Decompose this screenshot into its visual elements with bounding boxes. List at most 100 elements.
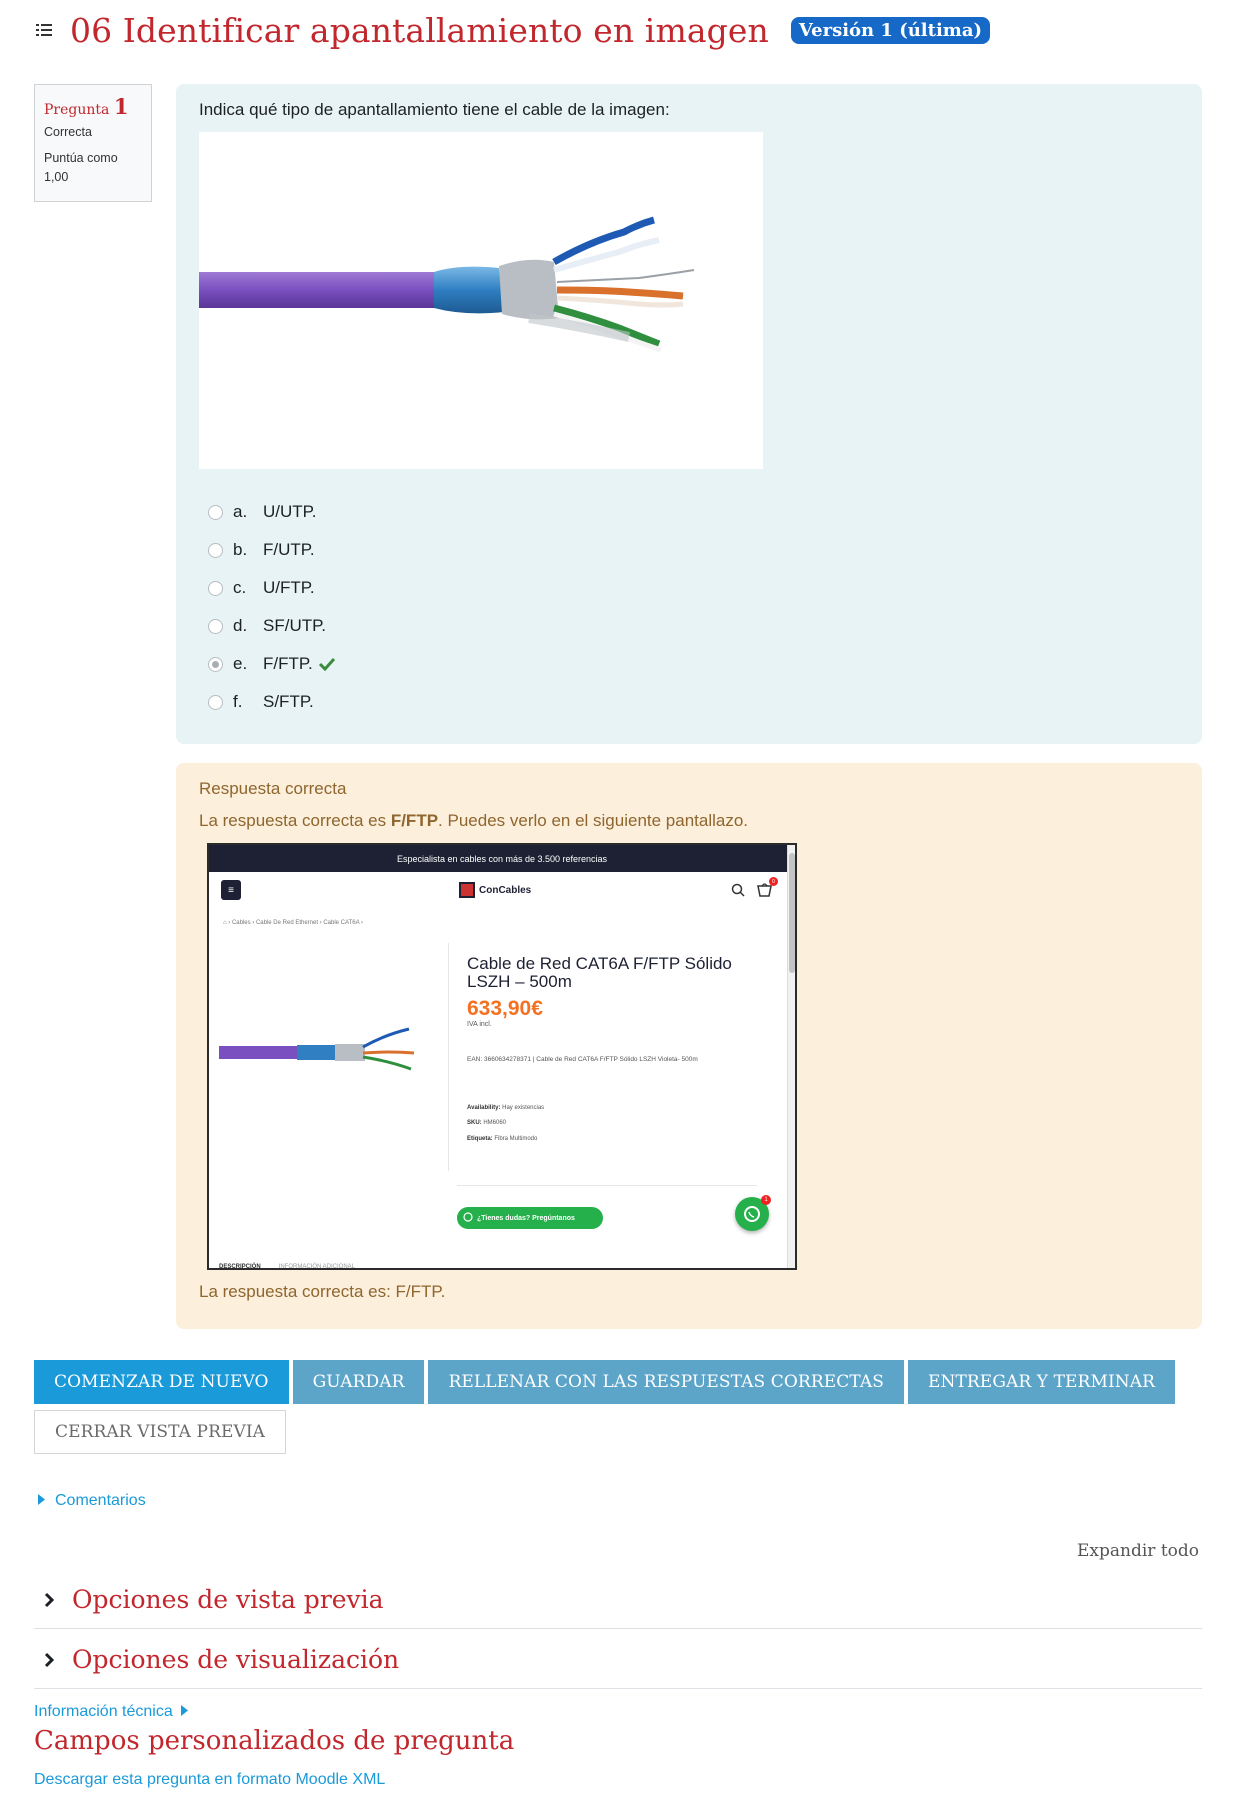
preview-options-section[interactable]: Opciones de vista previa xyxy=(34,1571,1202,1629)
answer-option-e[interactable]: e. F/FTP. xyxy=(199,645,1179,683)
answer-text: F/FTP. xyxy=(263,654,313,673)
custom-fields-title: Campos personalizados de pregunta xyxy=(34,1726,515,1756)
answer-letter: c. xyxy=(233,578,247,597)
whatsapp-icon xyxy=(463,1212,473,1224)
store-tag-label: Etiqueta: xyxy=(467,1135,493,1142)
store-sku-label: SKU: xyxy=(467,1120,482,1127)
store-header-icons: 0 xyxy=(731,877,778,902)
question-state: Correcta xyxy=(44,125,92,139)
answer-radio[interactable] xyxy=(208,580,223,596)
store-sku: SKU: HM6060 xyxy=(467,1116,767,1132)
comments-label: Comentarios xyxy=(55,1492,146,1509)
feedback-correct-answer: La respuesta correcta es: F/FTP. xyxy=(199,1282,446,1301)
store-availability-label: Availability: xyxy=(467,1104,501,1111)
feedback-prefix: La respuesta correcta es xyxy=(199,811,391,830)
question-label: Pregunta xyxy=(44,102,110,118)
answer-option-f[interactable]: f. S/FTP. xyxy=(199,683,1179,721)
fill-correct-button[interactable]: Rellenar con las respuestas correctas xyxy=(428,1360,904,1404)
answer-letter: f. xyxy=(233,692,243,711)
answer-text: S/FTP. xyxy=(263,692,314,711)
feedback-answer: F/FTP xyxy=(390,811,439,830)
answer-option-c[interactable]: c. U/FTP. xyxy=(199,569,1179,607)
comments-link[interactable]: Comentarios xyxy=(38,1492,146,1510)
list-menu-icon[interactable] xyxy=(34,20,54,40)
answer-option-d[interactable]: d. SF/UTP. xyxy=(199,607,1179,645)
caret-right-icon xyxy=(180,1703,188,1721)
page-title: 06 Identificar apantallamiento en imagen xyxy=(70,10,769,50)
question-number-value: 1 xyxy=(113,94,129,119)
restart-button[interactable]: Comenzar de nuevo xyxy=(34,1360,289,1404)
feedback-suffix: . Puedes verlo en el siguiente pantallaz… xyxy=(438,811,749,830)
store-logo-text: ConCables xyxy=(479,884,532,896)
download-xml-link[interactable]: Descargar esta pregunta en formato Moodl… xyxy=(34,1771,385,1789)
preview-options-title: Opciones de vista previa xyxy=(72,1585,384,1614)
submit-button[interactable]: Entregar y terminar xyxy=(907,1360,1176,1404)
version-badge: Versión 1 (última) xyxy=(790,16,991,44)
store-breadcrumb: ⌂ › Cables › Cable De Red Ethernet › Cab… xyxy=(223,920,363,926)
store-logo-mark xyxy=(459,882,475,898)
store-product-info: Cable de Red CAT6A F/FTP Sólido LSZH – 5… xyxy=(467,955,767,1147)
answer-letter: b. xyxy=(233,540,248,559)
question-grade: Puntúa como 1,00 xyxy=(44,151,118,185)
question-info-box: Pregunta 1 Correcta Puntúa como 1,00 xyxy=(34,84,152,202)
store-product-title: Cable de Red CAT6A F/FTP Sólido LSZH – 5… xyxy=(467,954,732,991)
store-whatsapp-button: ¿Tienes dudas? Pregúntanos xyxy=(457,1207,603,1229)
feedback-explanation: La respuesta correcta es F/FTP. Puedes v… xyxy=(199,811,1179,831)
store-product-meta: Availability: Hay existencias SKU: HM606… xyxy=(467,1101,767,1148)
tech-info-label: Información técnica xyxy=(34,1703,173,1720)
display-options-section[interactable]: Opciones de visualización xyxy=(34,1631,1202,1689)
store-tabs: DESCRIPCIÓN INFORMACIÓN ADICIONAL xyxy=(219,1264,356,1270)
store-logo: ConCables xyxy=(459,882,531,898)
cart-badge: 0 xyxy=(769,877,778,886)
store-screenshot: Especialista en cables con más de 3.500 … xyxy=(207,843,797,1270)
store-tab-description: DESCRIPCIÓN xyxy=(219,1264,261,1270)
action-buttons: Comenzar de nuevo Guardar Rellenar con l… xyxy=(34,1360,1176,1404)
cable-image xyxy=(199,132,763,469)
store-topbar: Especialista en cables con más de 3.500 … xyxy=(209,845,795,872)
expand-all-link[interactable]: Expandir todo xyxy=(1077,1541,1199,1561)
answer-text: F/UTP. xyxy=(263,540,315,559)
store-product-price: 633,90€ xyxy=(467,996,543,1020)
chevron-right-icon xyxy=(34,1592,72,1608)
store-tag: Etiqueta: Fibra Multimodo xyxy=(467,1132,767,1148)
store-whatsapp-label: ¿Tienes dudas? Pregúntanos xyxy=(477,1214,575,1222)
store-scrollbar-thumb xyxy=(789,853,795,973)
answer-radio[interactable] xyxy=(208,694,223,710)
store-product: Cable de Red CAT6A F/FTP Sólido LSZH – 5… xyxy=(219,943,779,1178)
store-tag-value: Fibra Multimodo xyxy=(494,1135,538,1142)
answer-list: a. U/UTP. b. F/UTP. c. U/FTP. d. SF/UTP.… xyxy=(199,493,1179,721)
close-preview-button[interactable]: Cerrar vista previa xyxy=(34,1410,287,1454)
store-availability-value: Hay existencias xyxy=(502,1104,545,1111)
close-row: Cerrar vista previa xyxy=(34,1410,287,1454)
store-sku-value: HM6060 xyxy=(483,1120,507,1127)
whatsapp-badge: 1 xyxy=(761,1195,771,1205)
feedback-heading: Respuesta correcta xyxy=(199,779,347,798)
answer-option-a[interactable]: a. U/UTP. xyxy=(199,493,1179,531)
answer-letter: a. xyxy=(233,502,248,521)
store-availability: Availability: Hay existencias xyxy=(467,1101,767,1117)
answer-radio[interactable] xyxy=(208,542,223,558)
answer-letter: d. xyxy=(233,616,248,635)
page-header: 06 Identificar apantallamiento en imagen… xyxy=(34,8,991,52)
answer-text: U/UTP. xyxy=(263,502,317,521)
store-tab-additional: INFORMACIÓN ADICIONAL xyxy=(278,1264,356,1270)
whatsapp-float-icon: 1 xyxy=(735,1195,771,1231)
answer-letter: e. xyxy=(233,654,248,673)
store-scrollbar xyxy=(787,845,795,1268)
display-options-title: Opciones de visualización xyxy=(72,1645,400,1674)
answer-radio[interactable] xyxy=(208,504,223,520)
checkmark-icon xyxy=(318,657,335,671)
answer-radio-selected[interactable] xyxy=(208,656,223,672)
store-product-image xyxy=(219,943,449,1171)
store-nav: ≡ ConCables 0 xyxy=(209,872,795,908)
search-icon xyxy=(731,882,745,902)
save-button[interactable]: Guardar xyxy=(292,1360,425,1404)
answer-text: SF/UTP. xyxy=(263,616,326,635)
cart-icon: 0 xyxy=(757,877,778,902)
answer-text: U/FTP. xyxy=(263,578,315,597)
answer-radio[interactable] xyxy=(208,618,223,634)
question-content: Indica qué tipo de apantallamiento tiene… xyxy=(176,84,1202,744)
tech-info-link[interactable]: Información técnica xyxy=(34,1703,188,1721)
answer-option-b[interactable]: b. F/UTP. xyxy=(199,531,1179,569)
question-number: Pregunta 1 xyxy=(44,94,142,119)
